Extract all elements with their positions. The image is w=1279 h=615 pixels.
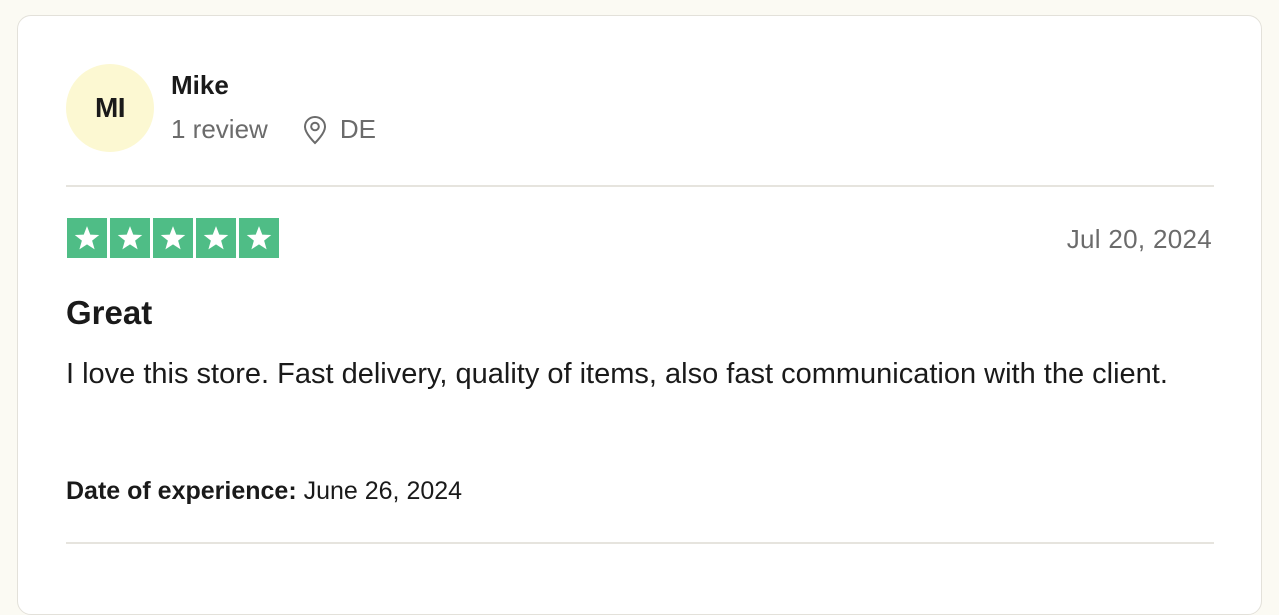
experience-date: June 26, 2024 [303, 477, 463, 505]
star-5 [239, 218, 279, 258]
review-title[interactable]: Great [66, 294, 152, 332]
star-icon [203, 226, 229, 250]
star-4 [196, 218, 236, 258]
footer-divider [66, 542, 1214, 544]
avatar[interactable]: MI [66, 64, 154, 152]
reviewer-name[interactable]: Mike [171, 70, 229, 101]
star-1 [67, 218, 107, 258]
star-rating [67, 218, 279, 258]
star-3 [153, 218, 193, 258]
star-icon [160, 226, 186, 250]
header-divider [66, 185, 1214, 187]
date-of-experience: Date of experience: June 26, 2024 [66, 477, 462, 506]
star-2 [110, 218, 150, 258]
reviewer-country: DE [339, 114, 376, 144]
star-icon [246, 226, 272, 250]
location-pin-icon [303, 115, 326, 144]
review-count: 1 review [171, 114, 268, 144]
review-date: Jul 20, 2024 [1066, 224, 1212, 254]
reviewer-meta: 1 review DE [171, 114, 376, 145]
star-icon [74, 226, 100, 250]
star-icon [117, 226, 143, 250]
review-body: I love this store. Fast delivery, qualit… [66, 358, 1168, 390]
reviewer-location: DE [302, 114, 376, 145]
review-card: MI Mike 1 review DE Jul 20, 2024 Great I… [17, 15, 1262, 615]
experience-label: Date of experience: [66, 477, 297, 505]
